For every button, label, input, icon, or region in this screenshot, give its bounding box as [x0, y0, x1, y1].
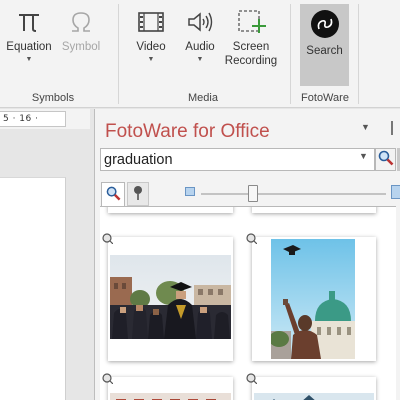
pin-icon[interactable] — [102, 373, 114, 385]
result-thumbnail-graduates-image — [110, 255, 231, 339]
result-card[interactable] — [108, 207, 233, 213]
equation-button[interactable]: Equation ▼ — [2, 4, 56, 66]
fotoware-search-button[interactable]: Search — [300, 4, 349, 86]
search-history-chevron-icon[interactable]: ▼ — [359, 151, 368, 161]
result-thumbnail-cap-toss-image — [271, 239, 355, 359]
pane-options-chevron-icon[interactable]: ▼ — [361, 122, 370, 132]
film-icon — [130, 4, 172, 40]
search-label: Search — [306, 45, 343, 57]
pane-title: FotoWare for Office — [105, 121, 270, 142]
result-card[interactable] — [102, 233, 233, 361]
media-group-label: Media — [188, 92, 218, 104]
pi-icon — [2, 4, 56, 40]
magnifier-icon — [106, 186, 121, 204]
thumbnail-size-slider[interactable] — [201, 193, 386, 195]
chevron-down-icon: ▼ — [25, 56, 33, 63]
thumbnail-size-slider-thumb[interactable] — [248, 185, 258, 202]
pin-icon[interactable] — [102, 233, 114, 245]
search-results — [100, 206, 396, 400]
magnifier-icon — [378, 150, 394, 169]
speaker-icon — [180, 4, 220, 40]
screen-recording-icon — [224, 4, 278, 40]
tab-pinned[interactable] — [127, 182, 149, 206]
symbol-label: Symbol — [61, 41, 101, 53]
chevron-down-icon: ▼ — [147, 56, 155, 63]
document-page[interactable] — [0, 177, 66, 400]
large-thumbnail-icon[interactable] — [391, 185, 400, 199]
result-thumbnail-image — [110, 393, 231, 400]
pin-icon — [131, 185, 145, 204]
group-divider — [358, 4, 359, 104]
pin-icon[interactable] — [246, 373, 258, 385]
result-card[interactable] — [246, 373, 376, 400]
screen-recording-label-line2: Recording — [224, 55, 278, 67]
symbol-button[interactable]: Symbol — [58, 4, 104, 54]
omega-icon — [58, 4, 104, 40]
symbols-group-label: Symbols — [31, 92, 75, 104]
group-divider — [118, 4, 119, 104]
fotoware-group-label: FotoWare — [301, 92, 349, 104]
result-card[interactable] — [252, 207, 376, 213]
audio-button[interactable]: Audio ▼ — [180, 4, 220, 66]
horizontal-ruler: 5 · 16 · — [0, 111, 66, 127]
result-thumbnail-image — [254, 393, 374, 400]
ruler-strip: 5 · 16 · — [0, 109, 90, 129]
search-input[interactable] — [104, 150, 354, 169]
tab-search[interactable] — [101, 182, 125, 206]
screen-recording-label-line1: Screen — [232, 41, 270, 53]
group-divider — [290, 4, 291, 104]
equation-label: Equation — [6, 41, 52, 53]
fotoware-logo-icon — [300, 4, 349, 44]
small-thumbnail-icon[interactable] — [185, 187, 195, 196]
video-button[interactable]: Video ▼ — [130, 4, 172, 66]
video-label: Video — [136, 41, 166, 53]
document-area — [0, 129, 95, 400]
fotoware-task-pane: FotoWare for Office ▼ ▼ — [95, 109, 400, 400]
search-go-button[interactable] — [375, 148, 396, 171]
pane-edge — [391, 121, 400, 135]
screen-recording-button[interactable]: Screen Recording — [224, 4, 278, 68]
pin-icon[interactable] — [246, 233, 258, 245]
chevron-down-icon: ▼ — [196, 56, 204, 63]
result-card[interactable] — [102, 373, 233, 400]
result-card[interactable] — [246, 233, 376, 361]
search-box[interactable]: ▼ — [100, 148, 375, 171]
ribbon: Equation ▼ Symbol Symbols Video ▼ Audio … — [0, 0, 400, 108]
audio-label: Audio — [185, 41, 215, 53]
